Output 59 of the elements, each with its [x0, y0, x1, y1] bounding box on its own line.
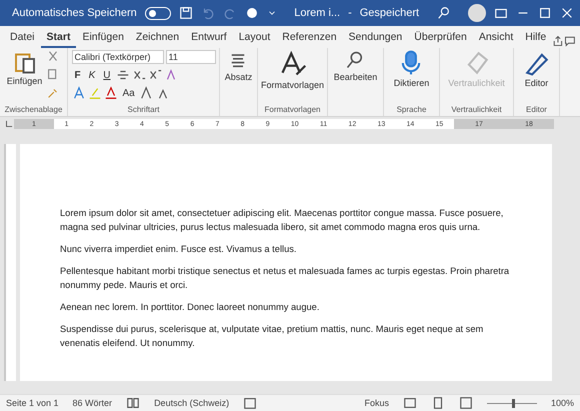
tab-stop-icon[interactable]: [4, 119, 14, 129]
paragraph-button[interactable]: Absatz: [224, 50, 252, 82]
book-icon[interactable]: [126, 396, 140, 410]
menu-tab[interactable]: Sendungen: [342, 31, 408, 48]
italic-button[interactable]: K: [86, 70, 98, 80]
group-label: Editor: [525, 105, 548, 116]
document-title: Lorem i...: [294, 7, 340, 19]
paragraph: Aenean nec lorem. In porttitor. Donec laoreet nonummy augue.: [60, 301, 320, 314]
strikethrough-icon[interactable]: [116, 68, 130, 82]
language[interactable]: Deutsch (Schweiz): [154, 398, 230, 408]
autosave-toggle[interactable]: [144, 6, 171, 20]
share-icon[interactable]: [552, 34, 564, 48]
save-icon[interactable]: [178, 6, 193, 20]
group-label: Sprache: [396, 105, 428, 116]
group-label: Zwischenablage: [4, 105, 64, 116]
save-state[interactable]: Gespeichert: [360, 7, 420, 19]
dictate-button[interactable]: Diktieren: [394, 50, 430, 88]
page-count[interactable]: Seite 1 von 1: [6, 398, 59, 408]
menu-tab[interactable]: Datei: [4, 31, 41, 48]
autosave-label: Automatisches Speichern: [12, 7, 137, 19]
styles-icon: [278, 50, 306, 78]
font-color-icon[interactable]: [104, 86, 118, 100]
zoom-thumb[interactable]: [512, 398, 515, 408]
paragraph: Suspendisse dui purus, scelerisque at, vulputate vitae, pretium mattis, nunc. Mauris eget neque at sem venenatis eleifend. Ut nonummy.: [60, 323, 484, 350]
paste-button[interactable]: Einfügen: [6, 50, 42, 86]
menu-tab[interactable]: Überprüfen: [408, 31, 473, 48]
menu-tab[interactable]: Einfügen: [76, 31, 130, 48]
change-case-button[interactable]: Aa: [120, 88, 138, 98]
group-label: Vertraulichkeit: [450, 105, 503, 116]
underline-button[interactable]: U: [100, 70, 114, 80]
maximize-icon[interactable]: [538, 6, 552, 20]
paragraph: Nunc viverra imperdiet enim. Fusce est. Vivamus a tellus.: [60, 243, 298, 256]
editor-button[interactable]: Editor: [524, 50, 550, 88]
menu-tab[interactable]: Entwurf: [185, 31, 233, 48]
paragraph: Lorem ipsum dolor sit amet, consectetuer adipiscing elit. Maecenas porttitor congue massa. Fusce posuere, magna sed pulvinar ultricies, purus lectus malesuada libero, sit amet commodo magna eros quis urna.: [60, 207, 504, 234]
group-label: Schriftart: [126, 105, 160, 116]
comment-icon[interactable]: [564, 34, 576, 48]
group-label: Formatvorlagen: [263, 105, 322, 116]
record-icon[interactable]: [244, 6, 259, 20]
zoom-reading[interactable]: 100%: [550, 398, 574, 408]
styles-button[interactable]: Formatvorlagen: [260, 50, 324, 90]
bold-button[interactable]: F: [72, 70, 84, 80]
avatar[interactable]: [468, 4, 486, 22]
focus-button[interactable]: Fokus: [364, 398, 389, 408]
text-effect-icon[interactable]: [72, 86, 86, 100]
close-icon[interactable]: [560, 6, 574, 20]
menu-tab[interactable]: Layout: [232, 31, 276, 48]
word-count[interactable]: 86 Wörter: [72, 398, 112, 408]
menu-tab[interactable]: Hilfe: [519, 31, 552, 48]
window-mode-icon[interactable]: [494, 6, 508, 20]
menu-tab[interactable]: Zeichnen: [130, 31, 186, 48]
paragraph: Pellentesque habitant morbi tristique senectus et netus et malesuada fames ac turpis egestas. Proin pharetra nonummy pede. Mauris et orci.: [60, 265, 510, 292]
menu-tab[interactable]: Referenzen: [276, 31, 343, 48]
font-size-field[interactable]: 11: [166, 50, 216, 64]
menu-tab[interactable]: Ansicht: [472, 31, 520, 48]
edit-button[interactable]: Bearbeiten: [334, 50, 378, 82]
title-separator: -: [348, 7, 352, 19]
font-name-field[interactable]: Calibri (Textkörper): [72, 50, 164, 64]
search-icon[interactable]: [436, 6, 451, 20]
